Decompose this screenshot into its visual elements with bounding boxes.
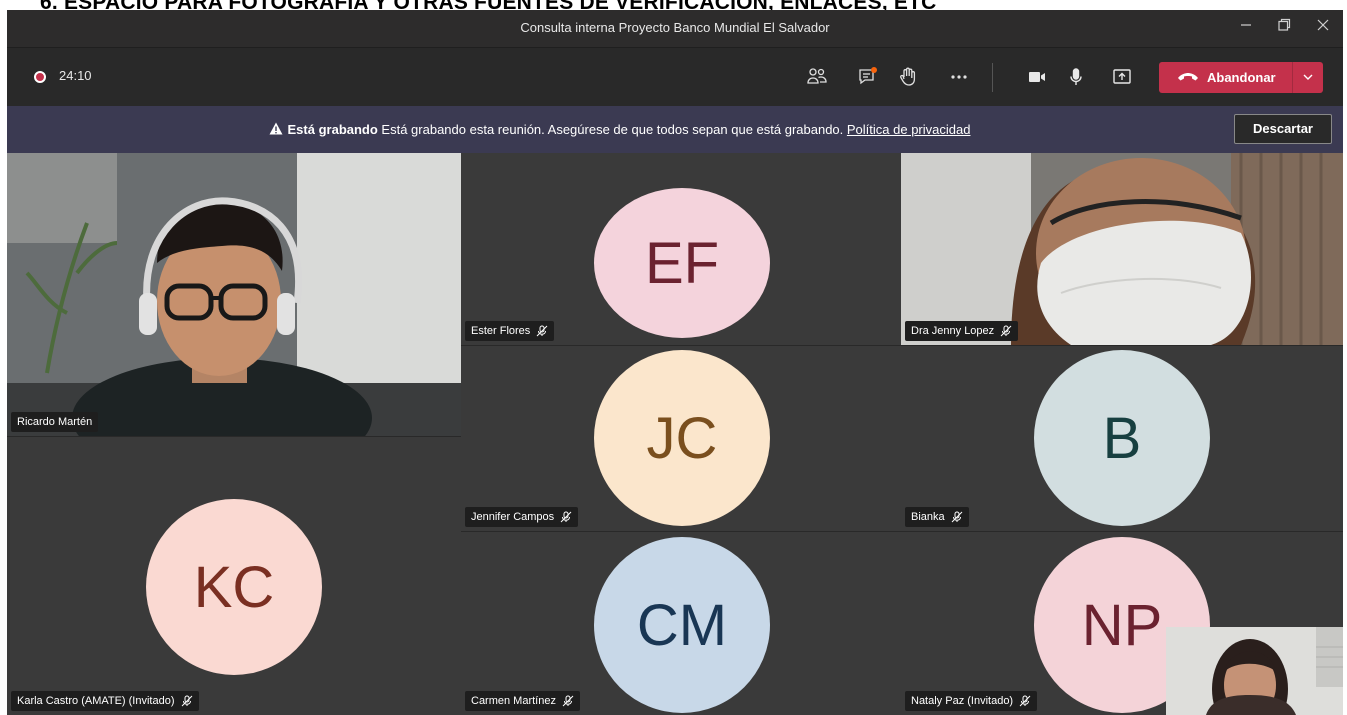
avatar-initials: EF <box>644 230 720 296</box>
avatar: B <box>1034 350 1210 526</box>
people-icon[interactable] <box>804 64 830 90</box>
avatar: KC <box>146 499 322 675</box>
meeting-timer: 24:10 <box>59 68 92 83</box>
mic-muted-icon <box>1019 695 1031 707</box>
participant-name-tag: Jennifer Campos <box>465 507 579 527</box>
self-view-video[interactable] <box>1166 627 1343 715</box>
participant-video <box>901 153 1343 345</box>
raise-hand-icon[interactable] <box>895 64 921 90</box>
title-bar: Consulta interna Proyecto Banco Mundial … <box>7 10 1343 47</box>
recording-text: Está grabando esta reunión. Asegúrese de… <box>377 122 847 137</box>
avatar-initials: KC <box>193 554 275 620</box>
leave-label: Abandonar <box>1207 70 1276 85</box>
video-tile-jenny[interactable]: Dra Jenny Lopez <box>901 153 1343 345</box>
mic-muted-icon <box>562 695 574 707</box>
participant-tile[interactable]: B Bianka <box>901 346 1343 531</box>
restore-icon[interactable] <box>1272 16 1296 40</box>
participant-tile[interactable]: CM Carmen Martínez <box>461 532 901 715</box>
window-title: Consulta interna Proyecto Banco Mundial … <box>520 20 830 35</box>
dismiss-button[interactable]: Descartar <box>1234 114 1332 144</box>
self-video <box>1166 627 1343 715</box>
minimize-icon[interactable] <box>1234 16 1258 40</box>
mic-muted-icon <box>181 695 192 707</box>
mic-muted-icon <box>560 511 572 523</box>
phone-hangup-icon <box>1178 73 1198 81</box>
microphone-icon[interactable] <box>1063 64 1089 90</box>
avatar-initials: NP <box>1081 592 1163 658</box>
avatar: JC <box>594 350 770 526</box>
chevron-down-icon[interactable] <box>1299 68 1317 91</box>
mic-muted-icon <box>1000 325 1012 337</box>
participant-name: Nataly Paz (Invitado) <box>911 695 1014 707</box>
toolbar-divider <box>992 63 993 92</box>
camera-icon[interactable] <box>1024 64 1050 90</box>
participant-name: Ester Flores <box>471 325 531 337</box>
recording-title: Está grabando <box>287 122 378 137</box>
participant-tile[interactable]: EF Ester Flores <box>461 153 901 345</box>
meeting-toolbar: 24:10 Abandonar <box>7 47 1343 106</box>
participant-name-tag: Bianka <box>905 507 969 527</box>
video-tile-ricardo[interactable]: Ricardo Martén <box>7 153 461 436</box>
participant-tile[interactable]: JC Jennifer Campos <box>461 346 901 531</box>
mic-muted-icon <box>536 325 548 337</box>
warning-icon <box>269 122 283 135</box>
recording-message: Está grabando Está grabando esta reunión… <box>7 122 1232 137</box>
participant-name-tag: Carmen Martínez <box>465 691 580 711</box>
participant-name-tag: Ricardo Martén <box>11 412 99 432</box>
participant-name-tag: Ester Flores <box>465 321 555 341</box>
participant-name-tag: Nataly Paz (Invitado) <box>905 691 1038 711</box>
participant-name-tag: Karla Castro (AMATE) (Invitado) <box>11 691 199 711</box>
participant-name-tag: Dra Jenny Lopez <box>905 321 1019 341</box>
avatar-initials: B <box>1102 405 1142 471</box>
privacy-policy-link[interactable]: Política de privacidad <box>847 122 971 137</box>
participant-name: Carmen Martínez <box>471 695 556 707</box>
share-screen-icon[interactable] <box>1109 64 1135 90</box>
avatar: CM <box>594 537 770 713</box>
record-indicator-icon <box>34 71 46 83</box>
avatar-initials: JC <box>646 405 718 471</box>
participant-name: Bianka <box>911 511 945 523</box>
avatar: EF <box>594 188 770 338</box>
teams-meeting-window: Consulta interna Proyecto Banco Mundial … <box>7 10 1343 715</box>
leave-divider <box>1292 62 1293 93</box>
participant-tile[interactable]: KC Karla Castro (AMATE) (Invitado) <box>7 437 461 715</box>
avatar-initials: CM <box>636 592 728 658</box>
recording-banner: Está grabando Está grabando esta reunión… <box>7 106 1343 153</box>
participant-name: Karla Castro (AMATE) (Invitado) <box>17 695 175 707</box>
more-icon[interactable] <box>946 64 972 90</box>
participant-name: Ricardo Martén <box>17 416 93 428</box>
chat-icon[interactable] <box>855 64 881 90</box>
close-icon[interactable] <box>1311 16 1335 40</box>
leave-button[interactable]: Abandonar <box>1159 62 1323 93</box>
mic-muted-icon <box>951 511 962 523</box>
participant-name: Jennifer Campos <box>471 511 555 523</box>
participant-video <box>7 153 461 436</box>
participant-name: Dra Jenny Lopez <box>911 325 995 337</box>
